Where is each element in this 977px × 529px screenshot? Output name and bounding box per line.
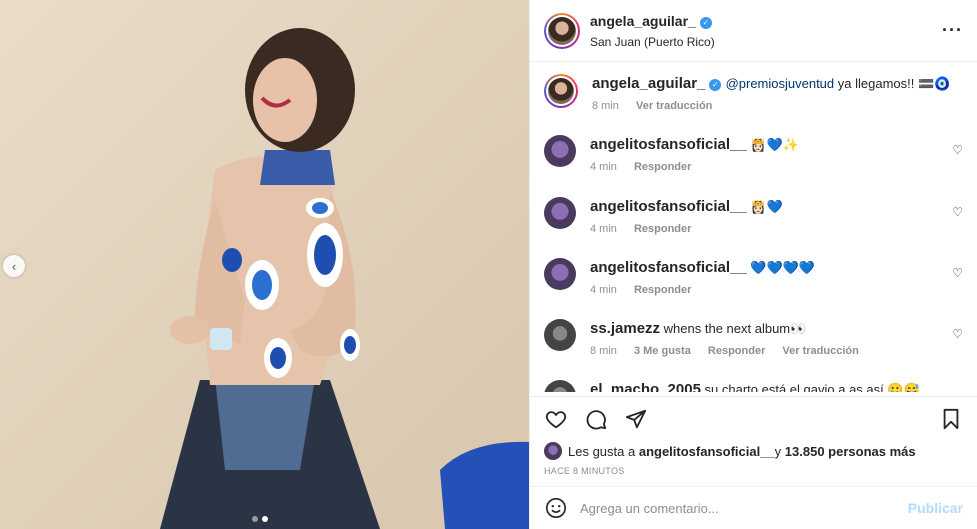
comment-row: el_macho_2005 su charto está el gavio a …: [544, 380, 963, 392]
post-header: angela_aguilar_ ✓ San Juan (Puerto Rico) …: [530, 0, 977, 62]
comment-time[interactable]: 8 min: [590, 345, 617, 357]
comment-text: 💙💙💙💙: [746, 260, 816, 275]
carousel-prev-button[interactable]: ‹: [3, 255, 25, 277]
post-actions: Les gusta a angelitosfansoficial__ y 13.…: [530, 396, 977, 488]
comments-list[interactable]: angela_aguilar_ ✓ @premiosjuventud ya lle…: [530, 62, 977, 392]
translate-link[interactable]: Ver traducción: [636, 100, 712, 112]
header-username[interactable]: angela_aguilar_: [590, 13, 696, 29]
comment-like-heart-icon[interactable]: ♡: [952, 143, 963, 157]
commenter-avatar[interactable]: [544, 380, 576, 392]
reply-button[interactable]: Responder: [634, 284, 691, 296]
carousel-dots: [252, 516, 268, 522]
comment-row: angelitosfansoficial__ 💙💙💙💙 4 min Respon…: [544, 258, 963, 296]
comment-row: angelitosfansoficial__ 👸🏻💙✨ 4 min Respon…: [544, 135, 963, 173]
post-photo-illustration: [0, 0, 529, 529]
comment-username[interactable]: angelitosfansoficial__: [590, 198, 747, 215]
send-icon[interactable]: [624, 407, 648, 431]
comment-row: angelitosfansoficial__ 👸🏻💙 4 min Respond…: [544, 197, 963, 235]
liker-avatar[interactable]: [544, 442, 562, 460]
chevron-left-icon: ‹: [11, 258, 17, 274]
comment-username[interactable]: angelitosfansoficial__: [590, 136, 747, 153]
comment-input[interactable]: [580, 500, 908, 516]
reply-button[interactable]: Responder: [634, 161, 691, 173]
commenter-avatar[interactable]: [544, 258, 576, 290]
comment-icon[interactable]: [584, 407, 608, 431]
commenter-avatar[interactable]: [544, 319, 576, 351]
verified-badge-icon: ✓: [699, 16, 712, 29]
bookmark-icon[interactable]: [939, 407, 963, 431]
comment-likes-count[interactable]: 3 Me gusta: [634, 345, 691, 357]
comment-like-heart-icon[interactable]: ♡: [952, 205, 963, 219]
avatar: [548, 78, 574, 104]
likes-summary: Les gusta a angelitosfansoficial__ y 13.…: [544, 442, 963, 460]
verified-badge-icon: ✓: [709, 79, 722, 91]
caption-time[interactable]: 8 min: [592, 100, 619, 112]
comment-username[interactable]: el_macho_2005: [590, 381, 701, 392]
more-options-icon[interactable]: ···: [942, 20, 963, 41]
add-comment-bar: Publicar: [530, 486, 977, 529]
caption-avatar[interactable]: [544, 74, 578, 108]
caption: angela_aguilar_ ✓ @premiosjuventud ya lle…: [544, 74, 963, 112]
caption-mention[interactable]: @premiosjuventud: [726, 76, 835, 91]
comment-like-heart-icon[interactable]: ♡: [952, 266, 963, 280]
comment-text: 👸🏻💙✨: [746, 137, 799, 152]
location-link[interactable]: San Juan (Puerto Rico): [590, 35, 715, 49]
publish-button[interactable]: Publicar: [908, 500, 963, 516]
avatar: [548, 16, 576, 45]
comment-username[interactable]: angelitosfansoficial__: [590, 259, 747, 276]
comment-time[interactable]: 4 min: [590, 284, 617, 296]
post-image[interactable]: ‹: [0, 0, 529, 529]
reply-button[interactable]: Responder: [634, 223, 691, 235]
comment-like-heart-icon[interactable]: ♡: [952, 327, 963, 341]
translate-link[interactable]: Ver traducción: [782, 345, 858, 357]
like-heart-icon[interactable]: [544, 407, 568, 431]
post-timestamp[interactable]: HACE 8 MINUTOS: [544, 466, 963, 476]
emoji-icon[interactable]: [544, 496, 568, 520]
commenter-avatar[interactable]: [544, 135, 576, 167]
avatar-story-ring[interactable]: [544, 12, 580, 49]
post-side-panel: angela_aguilar_ ✓ San Juan (Puerto Rico) …: [529, 0, 977, 529]
commenter-avatar[interactable]: [544, 197, 576, 229]
caption-text: ya llegamos!! 🟰🧿: [834, 76, 951, 91]
comment-text: 👸🏻💙: [746, 199, 783, 214]
comment-text: whens the next album👀: [660, 321, 807, 336]
comment-username[interactable]: ss.jamezz: [590, 320, 660, 337]
comment-row: ss.jamezz whens the next album👀 8 min 3 …: [544, 319, 963, 357]
carousel-dot: [252, 516, 258, 522]
comment-time[interactable]: 4 min: [590, 161, 617, 173]
comment-time[interactable]: 4 min: [590, 223, 617, 235]
comment-text: su charto está el gavio a as así 🥲😅: [700, 382, 920, 392]
liker-username[interactable]: angelitosfansoficial__: [639, 444, 775, 459]
likes-count[interactable]: 13.850 personas más: [785, 444, 916, 459]
reply-button[interactable]: Responder: [708, 345, 765, 357]
carousel-dot-active: [262, 516, 268, 522]
caption-username[interactable]: angela_aguilar_: [592, 75, 705, 92]
